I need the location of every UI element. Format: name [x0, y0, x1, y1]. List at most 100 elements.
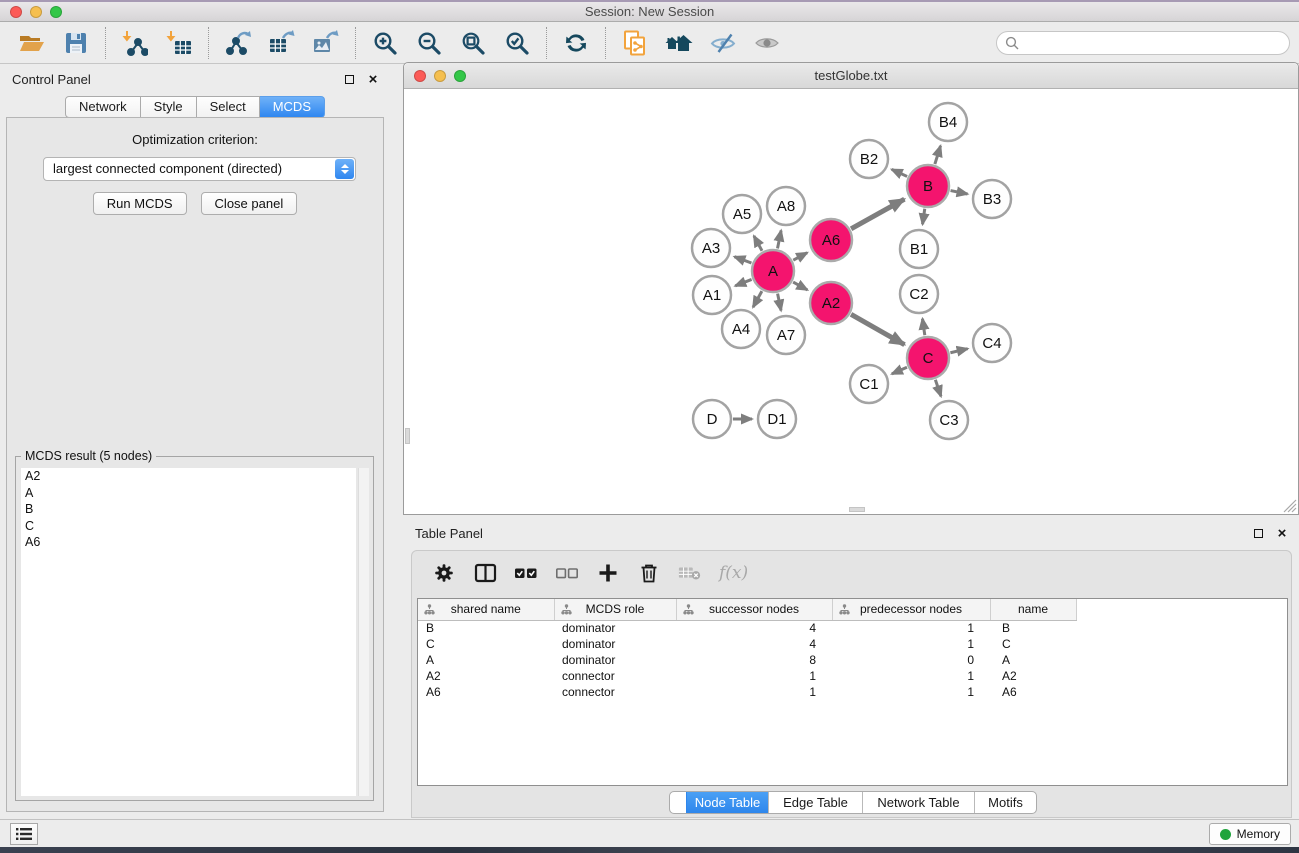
- import-table-button[interactable]: [157, 24, 201, 62]
- edge-A-A5[interactable]: [754, 236, 762, 251]
- edge-B-B1[interactable]: [923, 209, 925, 224]
- edge-A-A3[interactable]: [734, 257, 751, 263]
- zoom-selected-button[interactable]: [495, 24, 539, 62]
- close-panel-button[interactable]: ×: [366, 72, 380, 86]
- edge-B-B4[interactable]: [935, 146, 941, 164]
- search-input[interactable]: [1019, 33, 1289, 53]
- delete-row-button[interactable]: [637, 561, 661, 585]
- edge-A-A4[interactable]: [753, 291, 762, 307]
- edge-A-A1[interactable]: [735, 279, 751, 285]
- cell-successor-nodes[interactable]: 4: [676, 636, 832, 652]
- cell-name[interactable]: C: [990, 636, 1076, 652]
- mcds-result-item[interactable]: C: [21, 518, 356, 535]
- cell-name[interactable]: A6: [990, 684, 1076, 700]
- tab-style[interactable]: Style: [141, 96, 197, 118]
- save-session-button[interactable]: [54, 24, 98, 62]
- hide-details-button[interactable]: [701, 24, 745, 62]
- mcds-result-item[interactable]: B: [21, 501, 356, 518]
- edge-C-C1[interactable]: [892, 367, 907, 374]
- network-graph[interactable]: B4B2BB3A5A8A6A3AB1A1A2C2A4A7C4CC1C3DD1: [405, 90, 1297, 512]
- search-field[interactable]: [996, 31, 1290, 55]
- canvas-vertical-scroll-tick[interactable]: [405, 428, 410, 444]
- cell-successor-nodes[interactable]: 1: [676, 668, 832, 684]
- result-list-scrollbar[interactable]: [358, 468, 369, 796]
- deselect-all-button[interactable]: [555, 561, 579, 585]
- table-row[interactable]: A2connector11A2: [418, 668, 1076, 684]
- cell-shared-name[interactable]: A: [418, 652, 554, 668]
- edge-B-B2[interactable]: [892, 169, 907, 176]
- float-panel-button[interactable]: [342, 72, 356, 86]
- tab-select[interactable]: Select: [197, 96, 260, 118]
- edge-C-C4[interactable]: [950, 349, 967, 353]
- open-session-button[interactable]: [10, 24, 54, 62]
- refresh-view-button[interactable]: [554, 24, 598, 62]
- zoom-fit-button[interactable]: [451, 24, 495, 62]
- cell-predecessor-nodes[interactable]: 1: [832, 668, 990, 684]
- column-header-name[interactable]: name: [990, 599, 1076, 620]
- tab-network[interactable]: Network: [65, 96, 141, 118]
- cell-name[interactable]: A: [990, 652, 1076, 668]
- edge-A-A2[interactable]: [793, 282, 807, 290]
- resize-grip-icon[interactable]: [1282, 498, 1297, 513]
- cell-shared-name[interactable]: A6: [418, 684, 554, 700]
- run-mcds-button[interactable]: Run MCDS: [93, 192, 187, 215]
- cell-shared-name[interactable]: A2: [418, 668, 554, 684]
- column-header-MCDS-role[interactable]: MCDS role: [554, 599, 676, 620]
- cell-MCDS-role[interactable]: dominator: [554, 636, 676, 652]
- criterion-select[interactable]: largest connected component (directed): [43, 157, 356, 181]
- canvas-horizontal-scroll-tick[interactable]: [849, 507, 865, 512]
- copy-button[interactable]: [613, 24, 657, 62]
- edge-A6-B[interactable]: [851, 199, 904, 229]
- cell-successor-nodes[interactable]: 4: [676, 620, 832, 636]
- close-table-panel-button[interactable]: ×: [1275, 526, 1289, 540]
- table-row[interactable]: Adominator80A: [418, 652, 1076, 668]
- mcds-result-item[interactable]: A2: [21, 468, 356, 485]
- home-gallery-button[interactable]: [657, 24, 701, 62]
- edge-A-A7[interactable]: [778, 294, 781, 311]
- select-all-button[interactable]: [514, 561, 538, 585]
- close-panel-button-2[interactable]: Close panel: [201, 192, 298, 215]
- cell-predecessor-nodes[interactable]: 1: [832, 636, 990, 652]
- function-builder-button[interactable]: f(x): [719, 561, 748, 585]
- mcds-result-item[interactable]: A6: [21, 534, 356, 551]
- memory-button[interactable]: Memory: [1209, 823, 1291, 845]
- tab-edge-table[interactable]: Edge Table: [768, 792, 862, 813]
- edge-A-A6[interactable]: [793, 253, 807, 260]
- zoom-in-button[interactable]: [363, 24, 407, 62]
- cell-predecessor-nodes[interactable]: 0: [832, 652, 990, 668]
- column-header-successor-nodes[interactable]: successor nodes: [676, 599, 832, 620]
- cell-name[interactable]: B: [990, 620, 1076, 636]
- cell-successor-nodes[interactable]: 1: [676, 684, 832, 700]
- cell-successor-nodes[interactable]: 8: [676, 652, 832, 668]
- mcds-result-list[interactable]: A2ABCA6: [21, 468, 356, 796]
- tab-mcds[interactable]: MCDS: [260, 96, 325, 118]
- show-details-button[interactable]: [745, 24, 789, 62]
- cell-predecessor-nodes[interactable]: 1: [832, 620, 990, 636]
- show-column-button[interactable]: [473, 561, 497, 585]
- tab-motifs[interactable]: Motifs: [974, 792, 1036, 813]
- table-row[interactable]: Bdominator41B: [418, 620, 1076, 636]
- import-network-button[interactable]: [113, 24, 157, 62]
- network-canvas[interactable]: B4B2BB3A5A8A6A3AB1A1A2C2A4A7C4CC1C3DD1: [405, 90, 1297, 512]
- mcds-result-item[interactable]: A: [21, 485, 356, 502]
- column-header-shared-name[interactable]: shared name: [418, 599, 554, 620]
- cell-MCDS-role[interactable]: connector: [554, 684, 676, 700]
- float-table-panel-button[interactable]: [1251, 526, 1265, 540]
- cell-MCDS-role[interactable]: dominator: [554, 620, 676, 636]
- export-table-button[interactable]: [260, 24, 304, 62]
- cell-name[interactable]: A2: [990, 668, 1076, 684]
- tab-node-table[interactable]: Node Table: [686, 792, 768, 813]
- cell-shared-name[interactable]: C: [418, 636, 554, 652]
- cell-predecessor-nodes[interactable]: 1: [832, 684, 990, 700]
- cell-MCDS-role[interactable]: connector: [554, 668, 676, 684]
- edge-A2-C[interactable]: [851, 314, 905, 344]
- cell-MCDS-role[interactable]: dominator: [554, 652, 676, 668]
- edge-C-C3[interactable]: [935, 380, 941, 397]
- export-network-button[interactable]: [216, 24, 260, 62]
- column-header-predecessor-nodes[interactable]: predecessor nodes: [832, 599, 990, 620]
- column-settings-button[interactable]: [432, 561, 456, 585]
- table-row[interactable]: Cdominator41C: [418, 636, 1076, 652]
- cell-shared-name[interactable]: B: [418, 620, 554, 636]
- table-row[interactable]: A6connector11A6: [418, 684, 1076, 700]
- edge-C-C2[interactable]: [922, 319, 924, 335]
